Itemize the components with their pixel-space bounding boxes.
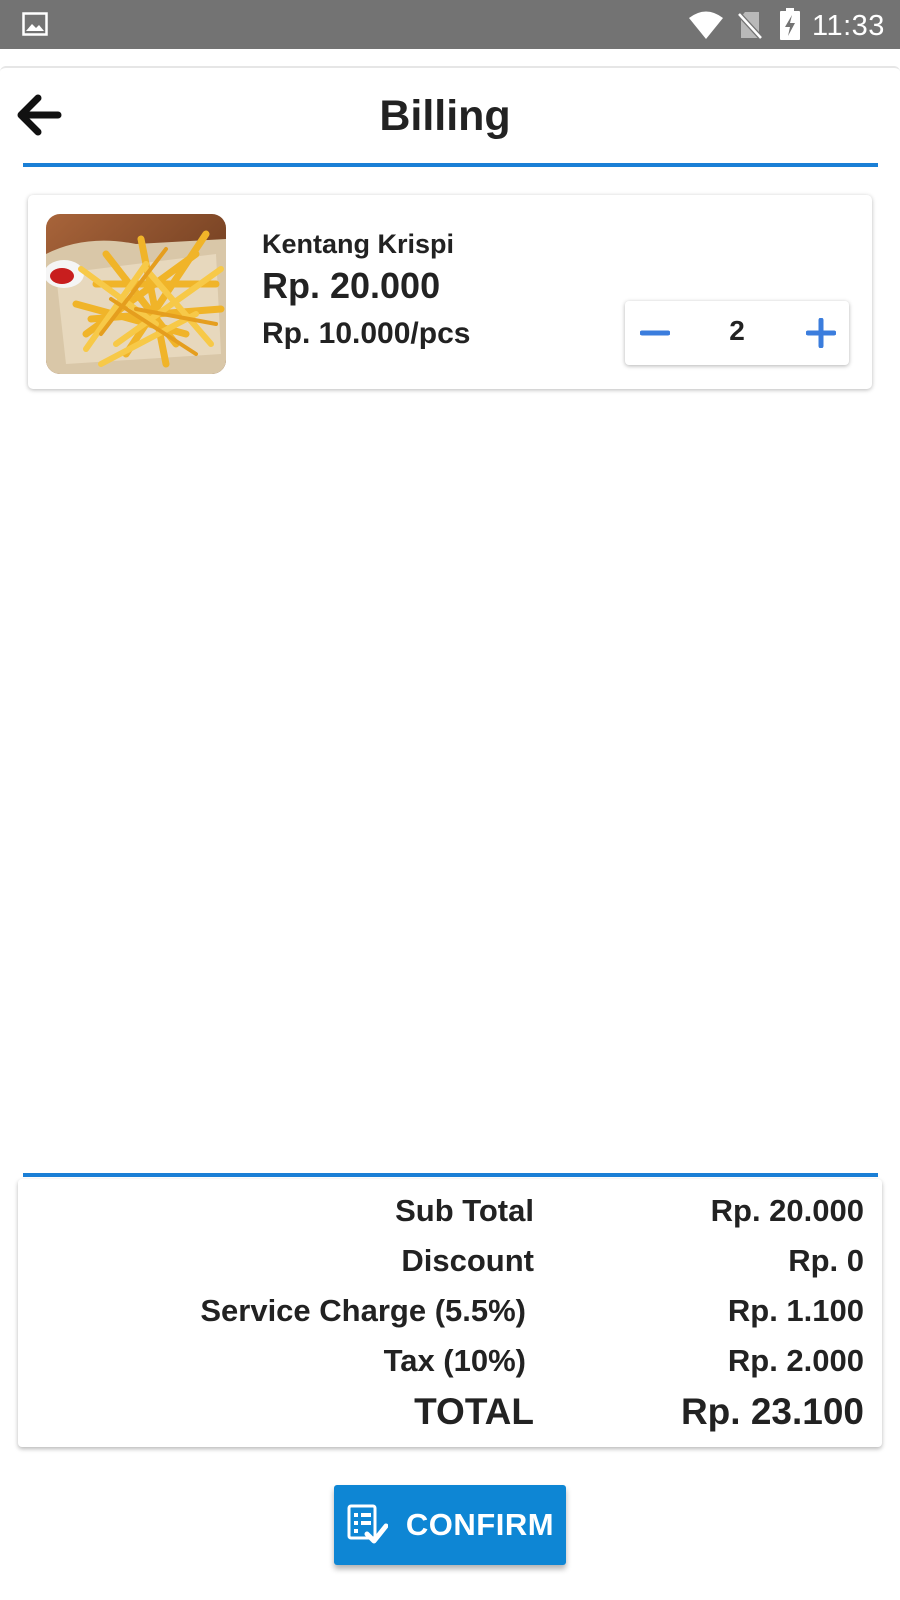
increase-quantity-button[interactable]: [801, 313, 841, 353]
summary-row-service-charge: Service Charge (5.5%) Rp. 1.100: [18, 1293, 882, 1337]
minus-icon: [640, 330, 670, 336]
subtotal-value: Rp. 20.000: [710, 1193, 864, 1228]
service-charge-label: Service Charge (5.5%): [200, 1293, 526, 1328]
cart-item: Kentang Krispi Rp. 20.000 Rp. 10.000/pcs…: [28, 195, 872, 389]
summary-row-total: TOTAL Rp. 23.100: [18, 1391, 882, 1435]
status-bar: 11:33: [0, 0, 900, 49]
total-label: TOTAL: [414, 1391, 534, 1432]
decrease-quantity-button[interactable]: [635, 313, 675, 353]
header-divider: [23, 163, 878, 167]
subtotal-label: Sub Total: [395, 1193, 534, 1228]
plus-icon: [806, 318, 836, 348]
french-fries-photo: [46, 214, 226, 374]
billing-summary: Sub Total Rp. 20.000 Discount Rp. 0 Serv…: [18, 1179, 882, 1447]
total-value: Rp. 23.100: [680, 1391, 864, 1432]
product-image: [46, 214, 226, 374]
summary-row-discount: Discount Rp. 0: [18, 1243, 882, 1287]
tax-value: Rp. 2.000: [727, 1343, 864, 1378]
item-unit-price: Rp. 10.000/pcs: [262, 317, 471, 350]
discount-value: Rp. 0: [788, 1243, 864, 1278]
wifi-icon: [689, 11, 723, 39]
discount-label: Discount: [401, 1243, 534, 1278]
service-charge-value: Rp. 1.100: [727, 1293, 864, 1328]
item-total-price: Rp. 20.000: [262, 265, 441, 306]
page-title: Billing: [379, 92, 511, 140]
gallery-icon: [22, 12, 48, 36]
quantity-value: 2: [729, 315, 745, 346]
no-signal-icon: [737, 12, 763, 40]
battery-charging-icon: [780, 8, 800, 40]
confirm-label: CONFIRM: [405, 1507, 555, 1542]
summary-divider: [23, 1173, 878, 1177]
item-name: Kentang Krispi: [262, 229, 455, 259]
tax-label: Tax (10%): [383, 1343, 526, 1378]
quantity-stepper: 2: [625, 301, 849, 365]
confirm-button[interactable]: CONFIRM: [334, 1485, 566, 1565]
summary-row-tax: Tax (10%) Rp. 2.000: [18, 1343, 882, 1387]
summary-row-subtotal: Sub Total Rp. 20.000: [18, 1193, 882, 1237]
clock-time: 11:33: [812, 10, 885, 42]
checklist-icon: [347, 1504, 388, 1544]
